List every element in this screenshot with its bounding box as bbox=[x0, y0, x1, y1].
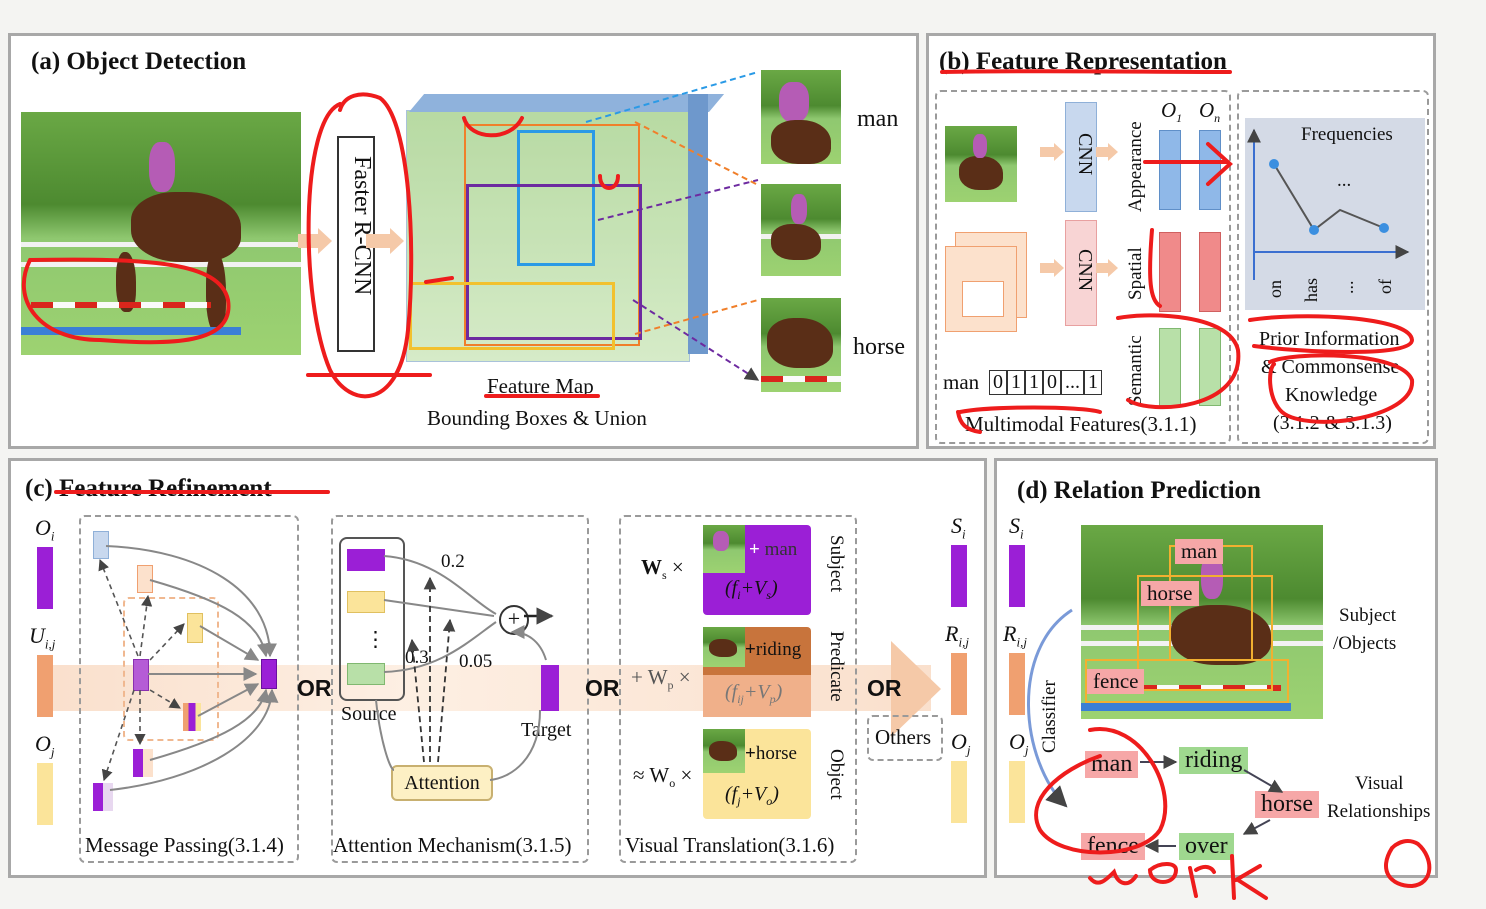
red-annotations bbox=[21, 69, 1432, 900]
connectors bbox=[21, 69, 1432, 900]
